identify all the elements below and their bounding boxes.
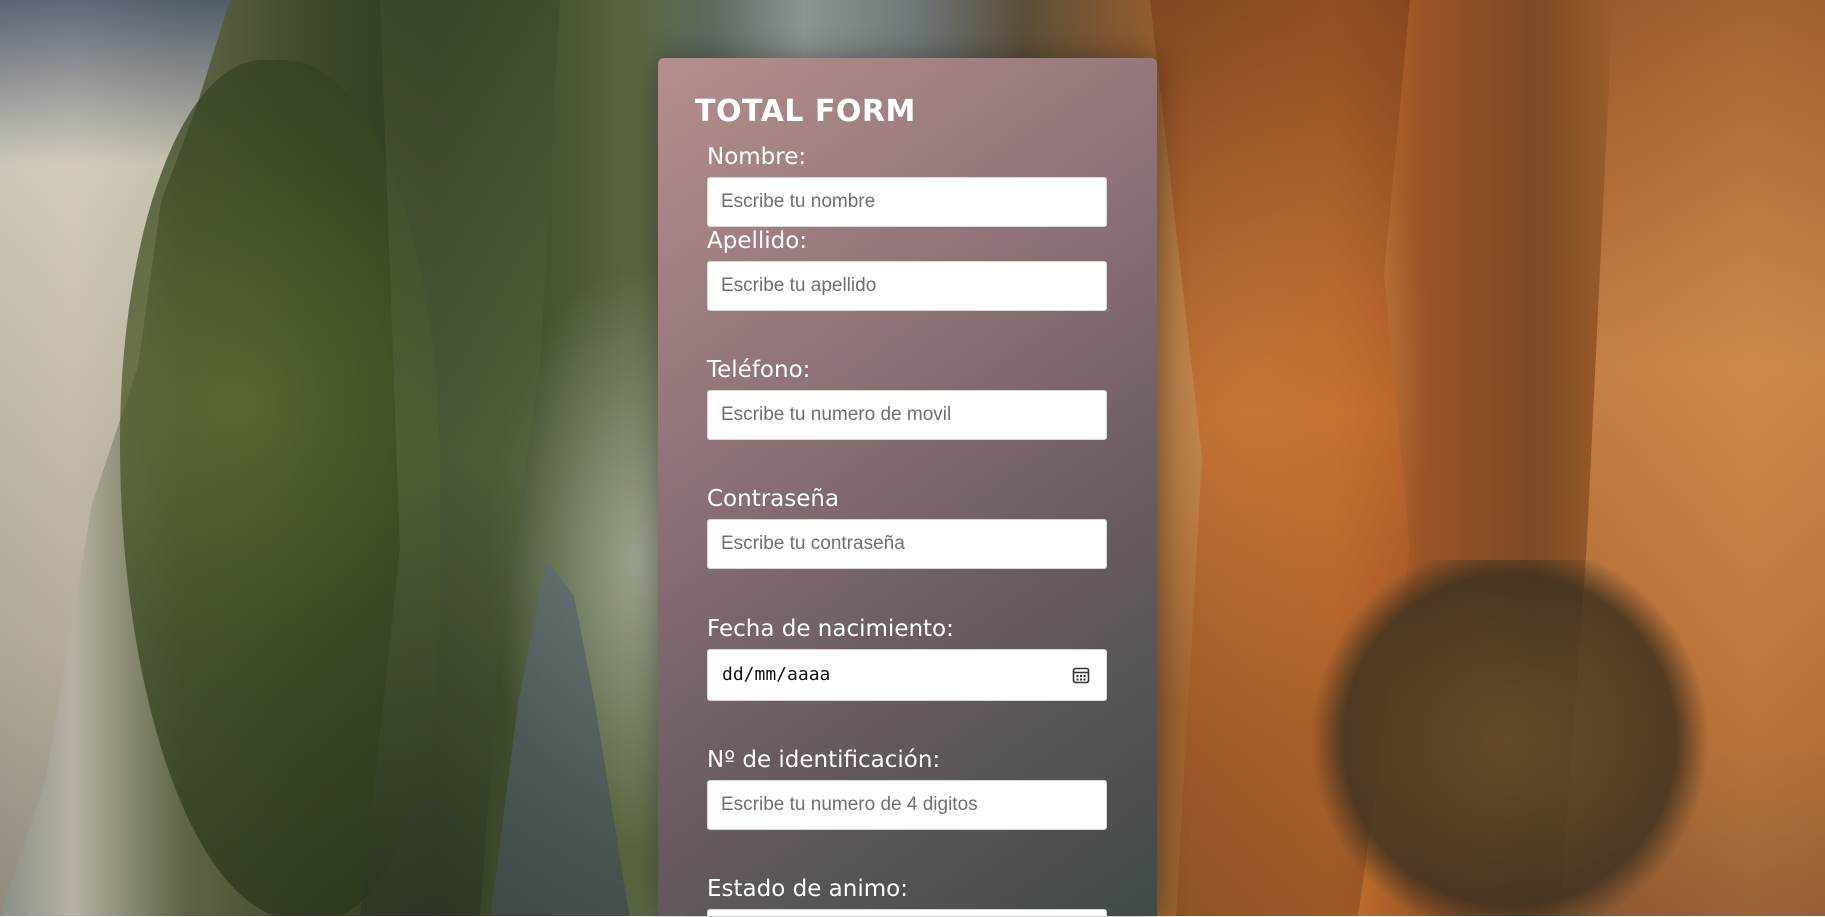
label-estado-animo: Estado de animo: xyxy=(707,876,908,902)
label-nombre: Nombre: xyxy=(707,144,807,170)
label-telefono: Teléfono: xyxy=(707,357,811,383)
tree-foliage-right xyxy=(1300,560,1720,916)
label-fecha-nacimiento: Fecha de nacimiento: xyxy=(707,616,954,642)
label-identificacion: Nº de identificación: xyxy=(707,747,941,773)
calendar-icon[interactable] xyxy=(1072,666,1090,684)
form-panel: TOTAL FORM Nombre: Apellido: Teléfono: C… xyxy=(658,58,1157,916)
apellido-input[interactable] xyxy=(707,261,1107,311)
contrasena-input[interactable] xyxy=(707,519,1107,569)
identificacion-input[interactable] xyxy=(707,780,1107,830)
estado-animo-input[interactable] xyxy=(707,909,1107,916)
distant-peaks xyxy=(490,560,630,916)
date-value: dd/mm/aaaa xyxy=(722,664,831,685)
label-apellido: Apellido: xyxy=(707,228,808,254)
fecha-nacimiento-input[interactable]: dd/mm/aaaa xyxy=(707,649,1107,701)
label-contrasena: Contraseña xyxy=(707,486,840,512)
nombre-input[interactable] xyxy=(707,177,1107,227)
form-title: TOTAL FORM xyxy=(695,94,916,129)
telefono-input[interactable] xyxy=(707,390,1107,440)
